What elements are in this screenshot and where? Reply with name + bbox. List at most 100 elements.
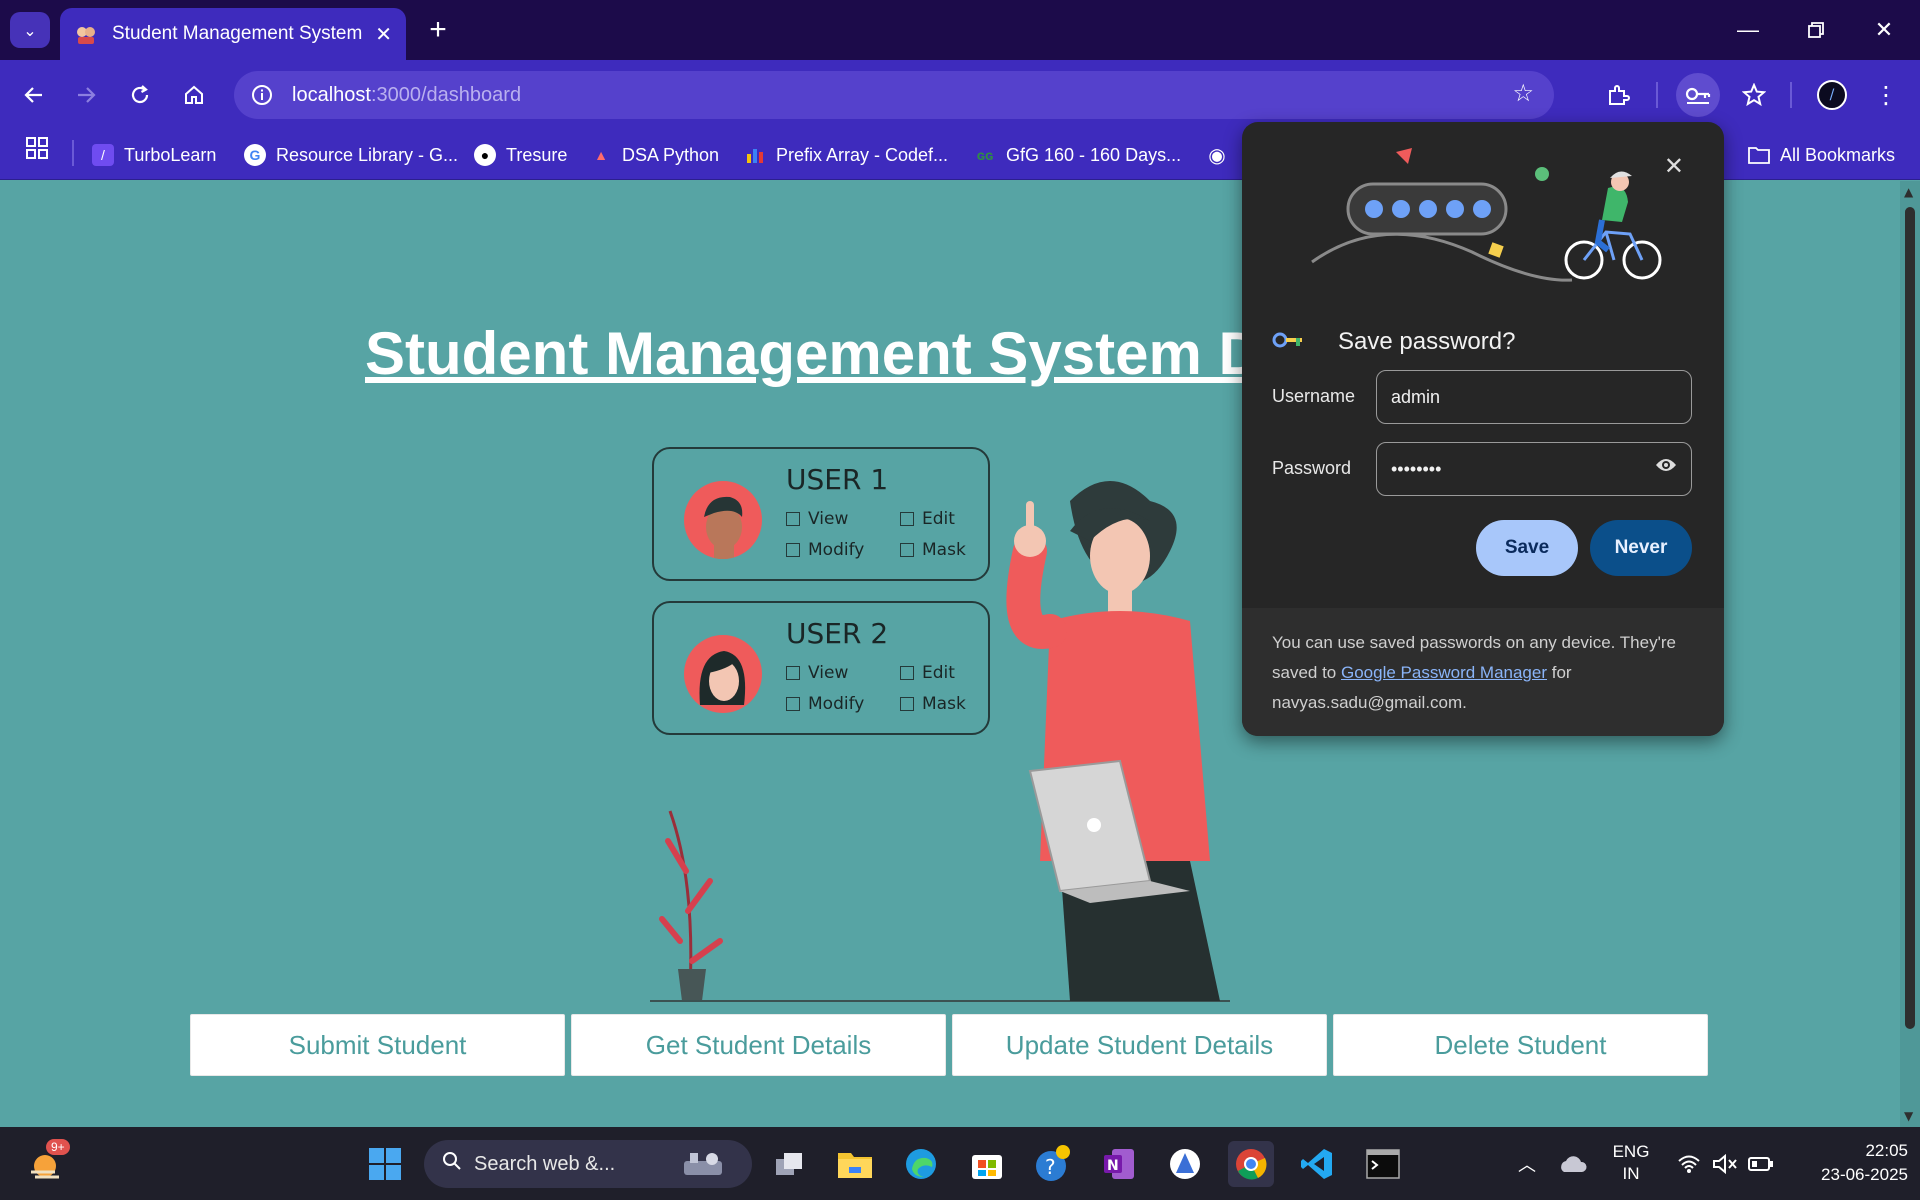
input-language[interactable]: ENG IN (1602, 1141, 1660, 1185)
onenote-icon[interactable]: N (1096, 1141, 1142, 1187)
apps-grid-icon[interactable] (26, 137, 48, 165)
folder-icon (1748, 144, 1770, 166)
bookmark-resource-library[interactable]: G Resource Library - G... (244, 141, 458, 169)
bookmark-label: All Bookmarks (1780, 144, 1896, 165)
menu-kebab-icon[interactable]: ⋮ (1864, 73, 1908, 117)
bookmark-prefix-array[interactable]: Prefix Array - Codef... (744, 141, 948, 169)
password-field[interactable]: •••••••• (1376, 442, 1692, 496)
task-view-icon[interactable] (766, 1141, 812, 1187)
battery-icon[interactable] (1738, 1141, 1784, 1187)
username-field[interactable]: admin (1376, 370, 1692, 424)
show-password-eye-icon[interactable] (1655, 456, 1677, 479)
bookmark-dsa-python[interactable]: ▲ DSA Python (590, 141, 719, 169)
tab-search-button[interactable]: ⌄ (10, 12, 50, 48)
bookmark-gfg-160[interactable]: ɢɢ GfG 160 - 160 Days... (974, 141, 1181, 169)
dialog-title: Save password? (1338, 328, 1516, 355)
bookmark-label: Tresure (506, 144, 568, 165)
language-code: ENG (1612, 1142, 1650, 1161)
search-highlight-icon[interactable] (680, 1141, 726, 1187)
minimize-icon[interactable]: — (1728, 10, 1768, 50)
github-icon: ● (474, 144, 496, 166)
dsa-icon: ▲ (594, 147, 608, 163)
tab-favicon-icon (74, 22, 98, 46)
google-icon: G (244, 144, 266, 166)
bookmark-star-icon[interactable]: ☆ (1512, 79, 1534, 107)
update-student-details-button[interactable]: Update Student Details (952, 1014, 1327, 1076)
page-scrollbar[interactable]: ▲ ▼ (1900, 181, 1920, 1127)
bookmark-tresure[interactable]: ● Tresure (474, 141, 567, 169)
address-bar[interactable]: localhost:3000/dashboard ☆ (234, 71, 1554, 119)
bookmarks-divider (72, 140, 74, 166)
woman-with-laptop-illustration (650, 481, 1230, 1002)
key-icon (1272, 331, 1306, 353)
profile-pen-icon: / (1817, 80, 1847, 110)
microsoft-store-icon[interactable] (964, 1141, 1010, 1187)
profile-avatar[interactable]: / (1810, 73, 1854, 117)
clock-time: 22:05 (1865, 1141, 1908, 1160)
password-manager-link[interactable]: Google Password Manager (1341, 663, 1547, 682)
svg-text:N: N (1107, 1158, 1119, 1174)
tab-title: Student Management System (112, 23, 363, 44)
window-close-icon[interactable]: ✕ (1864, 10, 1904, 50)
back-icon[interactable] (12, 73, 56, 117)
clock[interactable]: 22:05 23-06-2025 (1788, 1139, 1908, 1187)
globe-icon: ◉ (1208, 144, 1226, 167)
notification-badge: 9+ (46, 1139, 70, 1155)
username-value: admin (1391, 386, 1441, 407)
username-label: Username (1272, 386, 1356, 406)
bookmarks-star-icon[interactable] (1732, 73, 1776, 117)
scroll-down-arrow-icon[interactable]: ▼ (1904, 1109, 1913, 1123)
restore-icon[interactable] (1796, 10, 1836, 50)
active-tab[interactable]: Student Management System ✕ (60, 8, 406, 60)
windows-taskbar: 9+ Search web &... ? N ︿ ENG IN 22:05 23… (0, 1127, 1920, 1200)
browser-toolbar: localhost:3000/dashboard ☆ / ⋮ (0, 60, 1920, 130)
terminal-icon[interactable] (1360, 1141, 1406, 1187)
bookmark-label: TurboLearn (124, 144, 217, 165)
url-path: :3000/dashboard (370, 83, 522, 106)
forward-icon[interactable] (64, 73, 108, 117)
save-button[interactable]: Save (1476, 520, 1578, 576)
bookmark-label: Prefix Array - Codef... (776, 144, 949, 165)
gfg-icon: ɢɢ (976, 147, 994, 163)
windows-start-icon[interactable] (362, 1141, 408, 1187)
reload-icon[interactable] (118, 73, 162, 117)
extensions-icon[interactable] (1596, 73, 1640, 117)
password-value: •••••••• (1391, 458, 1442, 479)
password-key-icon[interactable] (1676, 73, 1720, 117)
chrome-icon[interactable] (1228, 1141, 1274, 1187)
bookmark-globe[interactable]: ◉ (1206, 141, 1238, 169)
tray-chevron-up-icon[interactable]: ︿ (1504, 1141, 1550, 1187)
search-icon (442, 1151, 462, 1177)
get-student-details-button[interactable]: Get Student Details (571, 1014, 946, 1076)
region-code: IN (1622, 1164, 1640, 1183)
get-help-icon[interactable]: ? (1030, 1141, 1076, 1187)
bookmark-label: DSA Python (622, 144, 720, 165)
site-info-icon[interactable] (248, 81, 276, 109)
clock-date: 23-06-2025 (1821, 1165, 1908, 1184)
scroll-up-arrow-icon[interactable]: ▲ (1904, 185, 1913, 199)
chart-icon (744, 144, 766, 166)
search-placeholder: Search web &... (474, 1152, 616, 1175)
chevron-down-icon: ⌄ (23, 20, 37, 40)
home-icon[interactable] (172, 73, 216, 117)
submit-student-button[interactable]: Submit Student (190, 1014, 565, 1076)
onedrive-cloud-icon[interactable] (1550, 1141, 1596, 1187)
all-bookmarks[interactable]: All Bookmarks (1748, 141, 1895, 169)
widgets-weather-icon[interactable]: 9+ (22, 1139, 70, 1187)
app-arc-icon[interactable] (1162, 1141, 1208, 1187)
never-button[interactable]: Never (1590, 520, 1692, 576)
bookmark-turbolearn[interactable]: / TurboLearn (92, 141, 216, 169)
edge-browser-icon[interactable] (898, 1141, 944, 1187)
tab-close-icon[interactable]: ✕ (375, 22, 392, 46)
bookmark-label: Resource Library - G... (276, 144, 459, 165)
file-explorer-icon[interactable] (832, 1141, 878, 1187)
dialog-header: Save password? (1272, 328, 1515, 356)
dialog-close-icon[interactable]: ✕ (1664, 152, 1684, 180)
scrollbar-thumb[interactable] (1905, 207, 1915, 1029)
save-password-dialog: ✕ Save password? Username admin Password… (1242, 122, 1724, 736)
password-label: Password (1272, 458, 1352, 478)
toolbar-divider (1790, 82, 1792, 108)
delete-student-button[interactable]: Delete Student (1333, 1014, 1708, 1076)
vscode-icon[interactable] (1294, 1141, 1340, 1187)
new-tab-button[interactable]: + (420, 12, 456, 48)
